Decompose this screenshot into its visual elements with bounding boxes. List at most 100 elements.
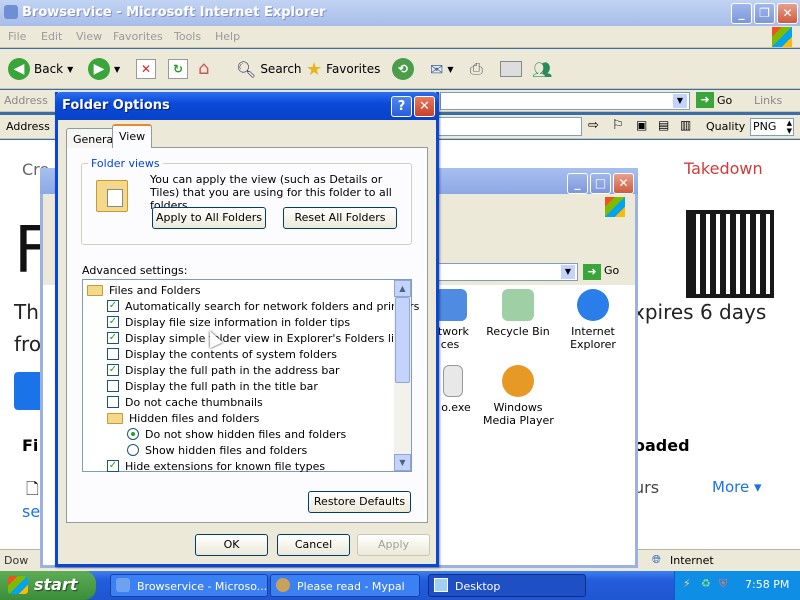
address-dropdown-icon[interactable]: ▼ [673,94,687,108]
back-label: Back [34,62,64,76]
quality-spinner-icon[interactable]: ▲ ▼ [787,119,792,135]
folder-views-icon [96,180,128,212]
menu-view[interactable]: View [76,30,102,43]
address-input[interactable]: ▼ [440,92,690,110]
mail-button[interactable]: ✉ ▼ [430,57,454,81]
back-button[interactable]: ◀ Back ▼ [8,57,73,81]
search-icon: 🔍︎ [236,59,257,79]
setting-row[interactable]: Show hidden files and folders [127,442,307,458]
forward-button[interactable]: ▶ ▼ [88,57,120,81]
setting-row[interactable]: Display the contents of system folders [107,346,337,362]
favorites-button[interactable]: ★ Favorites [306,57,380,81]
setting-checkbox[interactable]: ✓ [107,316,119,328]
setting-checkbox[interactable]: ✓ [107,332,119,344]
advanced-settings-list[interactable]: Files and Folders ✓ Automatically search f… [82,279,419,474]
setting-row[interactable]: Display the full path in the title bar [107,378,318,394]
restore-button[interactable]: ❐ [754,3,775,24]
setting-label: Display the contents of system folders [125,347,337,361]
menu-tools[interactable]: Tools [174,30,201,43]
setting-checkbox[interactable] [107,348,119,360]
restore-defaults-button[interactable]: Restore Defaults [308,491,411,513]
explorer-address-input[interactable]: ▼ [438,263,578,281]
menu-file[interactable]: File [8,30,26,43]
setting-row[interactable]: Do not cache thumbnails [107,394,263,410]
task-mypal-label: Please read - Mypal [297,580,405,593]
tab-view[interactable]: View [112,124,153,148]
setting-row[interactable]: Hidden files and folders [107,410,259,426]
tray-safely-remove-icon[interactable]: ♻︎ [701,577,711,590]
explorer-close-button[interactable]: ✕ [613,173,634,194]
dialog-close-button[interactable]: ✕ [414,96,435,117]
setting-row[interactable]: ✓ Hide extensions for known file types [107,458,325,474]
setting-checkbox[interactable]: ✓ [107,364,119,376]
clipboard-icon[interactable]: ▤ [658,118,669,132]
setting-checkbox[interactable]: ✓ [107,300,119,312]
cancel-button[interactable]: Cancel [277,534,350,556]
scroll-up-icon[interactable]: ▲ [394,280,411,297]
apply-button[interactable]: Apply [357,534,430,556]
go-button[interactable]: ➜ Go [696,92,732,108]
go-label: Go [717,93,733,107]
ie-title-bar: Browservice - Microsoft Internet Explore… [0,0,800,26]
forward-dropdown-icon[interactable]: ▼ [114,65,120,74]
paste-icon[interactable]: ▥ [680,118,691,132]
explorer-go-button[interactable]: ➜ Go [583,264,619,280]
stop-button[interactable]: ✕ [136,57,156,81]
task-desktop[interactable]: Desktop [428,574,586,597]
links-label[interactable]: Links [754,94,782,107]
menu-help[interactable]: Help [215,30,240,43]
address2-input[interactable] [436,117,582,136]
reset-all-folders-button[interactable]: Reset All Folders [283,207,397,229]
setting-checkbox[interactable]: ✓ [107,460,119,472]
minimize-button[interactable]: _ [731,3,752,24]
edit-button[interactable] [500,57,522,81]
settings-scrollbar[interactable]: ▲ ▼ [394,280,411,471]
quality-select[interactable]: PNG ▲ ▼ [750,118,794,136]
setting-row[interactable]: ✓ Display simple folder view in Explorer'… [107,330,404,346]
setting-row[interactable]: ✓ Display the full path in the address ba… [107,362,340,378]
task-browservice[interactable]: Browservice - Microso... [110,574,268,597]
setting-row[interactable]: ✓ Automatically search for network folder… [107,298,419,314]
internet-explorer-item[interactable]: Internet Explorer [558,289,628,351]
refresh-button[interactable]: ↻ [168,57,188,81]
setting-row[interactable]: Files and Folders [87,282,201,298]
ok-label: OK [223,538,240,551]
print-button[interactable]: ⎙ [470,57,483,81]
media-player-item[interactable]: Windows Media Player [483,365,554,427]
messenger-button[interactable]: 👥︎ [532,57,552,81]
setting-checkbox[interactable] [107,380,119,392]
address2-label: Address [6,120,50,133]
navigate-arrow-icon[interactable]: ⇨ [588,118,599,133]
page-link-se[interactable]: se [22,502,40,521]
ok-button[interactable]: OK [195,534,268,556]
setting-radio[interactable] [127,444,139,456]
setting-radio[interactable] [127,428,139,440]
setting-label: Show hidden files and folders [145,443,308,457]
search-button[interactable]: 🔍︎ Search [236,57,302,81]
history-button[interactable]: ⟲ [392,57,414,81]
explorer-minimize-button[interactable]: _ [567,173,588,194]
mail-dropdown-icon[interactable]: ▼ [447,65,453,74]
menu-favorites[interactable]: Favorites [113,30,163,43]
home-button[interactable]: ⌂ [198,57,220,81]
scroll-thumb[interactable] [395,297,410,383]
bookmark-icon[interactable]: ⚐ [612,118,624,133]
setting-row[interactable]: Do not show hidden files and folders [127,426,346,442]
task-mypal[interactable]: Please read - Mypal [270,574,420,597]
explorer-address-dropdown-icon[interactable]: ▼ [561,265,575,279]
setting-row[interactable]: ✓ Display file size information in folder… [107,314,350,330]
recycle-bin-item[interactable]: Recycle Bin [483,289,553,338]
scroll-down-icon[interactable]: ▼ [394,454,411,471]
close-button[interactable]: ✕ [777,3,798,24]
more-link[interactable]: More ▾ [712,478,762,496]
apply-to-all-folders-button[interactable]: Apply to All Folders [152,207,266,229]
explorer-maximize-button[interactable]: □ [590,173,611,194]
back-dropdown-icon[interactable]: ▼ [67,65,73,74]
setting-checkbox[interactable] [107,396,119,408]
tray-network-icon[interactable]: ⚡︎ [683,577,691,590]
takedown-link[interactable]: Takedown [684,159,763,178]
help-button[interactable]: ? [391,96,412,117]
tray-security-icon[interactable]: ⛨ [719,577,727,591]
find-icon[interactable]: ▣ [636,118,647,132]
menu-edit[interactable]: Edit [41,30,62,43]
